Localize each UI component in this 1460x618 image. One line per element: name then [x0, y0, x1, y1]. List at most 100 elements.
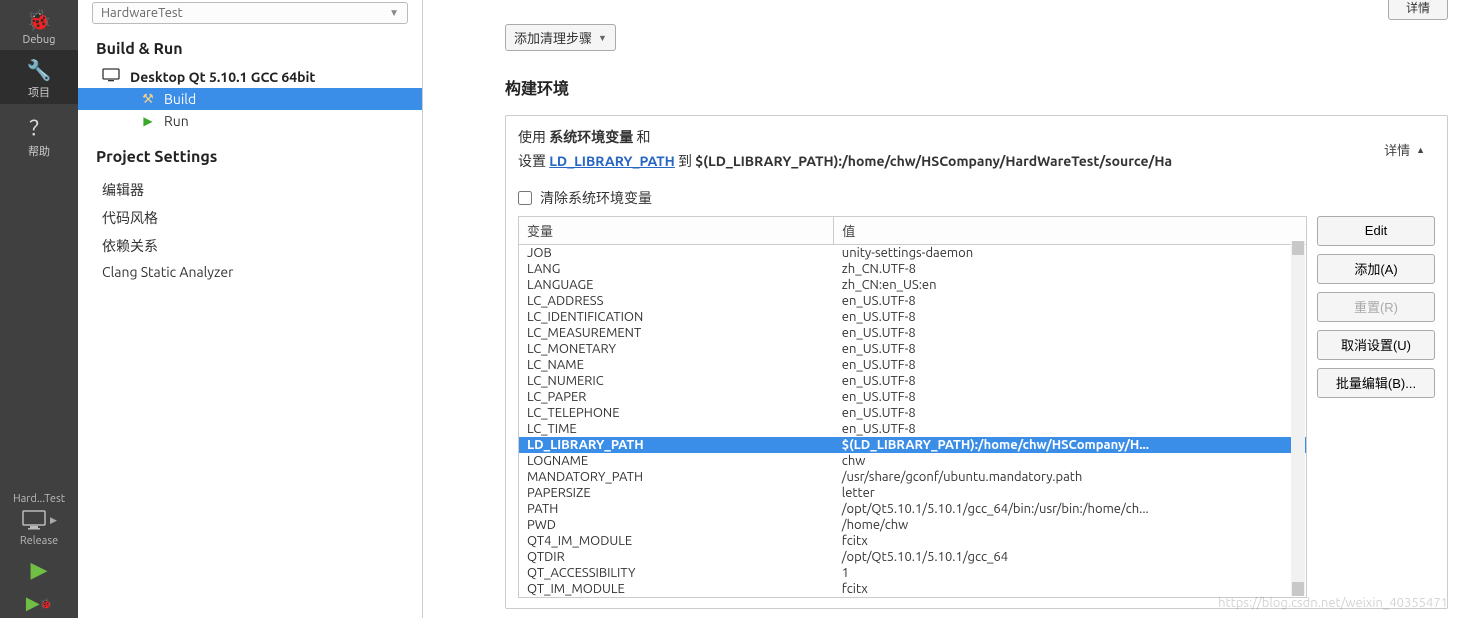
settings-codestyle[interactable]: 代码风格	[102, 204, 422, 232]
env-var-name: JOB	[519, 244, 834, 261]
table-row[interactable]: QT_ACCESSIBILITY1	[519, 565, 1306, 581]
table-row[interactable]: LC_NUMERICen_US.UTF-8	[519, 373, 1306, 389]
env-var-name: LC_ADDRESS	[519, 293, 834, 309]
build-env-heading: 构建环境	[505, 75, 1448, 99]
env-var-value: unity-settings-daemon	[834, 244, 1306, 261]
env-var-name: LANG	[519, 261, 834, 277]
run-debug-button[interactable]: ▶🐞	[0, 589, 78, 618]
env-var-value: en_US.UTF-8	[834, 389, 1306, 405]
tree-item-run[interactable]: ▶ Run	[78, 110, 422, 132]
env-button-column: Edit 添加(A) 重置(R) 取消设置(U) 批量编辑(B)...	[1317, 216, 1435, 598]
table-row[interactable]: LD_LIBRARY_PATH$(LD_LIBRARY_PATH):/home/…	[519, 437, 1306, 453]
env-var-name: LC_PAPER	[519, 389, 834, 405]
kit-row[interactable]: Desktop Qt 5.10.1 GCC 64bit	[102, 68, 422, 85]
col-value[interactable]: 值	[834, 217, 1306, 245]
env-var-value: fcitx	[834, 581, 1306, 597]
env-var-value: en_US.UTF-8	[834, 293, 1306, 309]
run-button[interactable]: ▶	[0, 551, 78, 589]
build-env-box: 使用 系统环境变量 和 设置 LD_LIBRARY_PATH 到 $(LD_LI…	[505, 115, 1448, 609]
kit-selector[interactable]: Hard...Test ▶ Release	[0, 489, 78, 551]
table-row[interactable]: LC_TELEPHONEen_US.UTF-8	[519, 405, 1306, 421]
clear-env-checkbox[interactable]	[518, 191, 532, 205]
table-row[interactable]: PAPERSIZEletter	[519, 485, 1306, 501]
table-row[interactable]: LC_MONETARYen_US.UTF-8	[519, 341, 1306, 357]
table-row[interactable]: JOBunity-settings-daemon	[519, 244, 1306, 261]
table-row[interactable]: LANGUAGEzh_CN:en_US:en	[519, 277, 1306, 293]
env-var-name: LANGUAGE	[519, 277, 834, 293]
tree-item-build[interactable]: ⚒ Build	[78, 88, 422, 110]
table-row[interactable]: MANDATORY_PATH/usr/share/gconf/ubuntu.ma…	[519, 469, 1306, 485]
add-clean-step-label: 添加清理步骤	[514, 28, 592, 47]
table-row[interactable]: QT_IM_MODULEfcitx	[519, 581, 1306, 597]
mode-projects-label: 项目	[28, 84, 50, 100]
table-row[interactable]: PWD/home/chw	[519, 517, 1306, 533]
env-var-value: en_US.UTF-8	[834, 421, 1306, 437]
table-row[interactable]: LC_NAMEen_US.UTF-8	[519, 357, 1306, 373]
scrollbar-down-icon[interactable]	[1292, 582, 1304, 596]
table-row[interactable]: QT4_IM_MODULEfcitx	[519, 533, 1306, 549]
env-var-name: QT4_IM_MODULE	[519, 533, 834, 549]
env-var-name: QT_IM_MODULE	[519, 581, 834, 597]
col-variable[interactable]: 变量	[519, 217, 834, 245]
hammer-icon: ⚒	[138, 92, 158, 107]
env-var-value: fcitx	[834, 533, 1306, 549]
chevron-down-icon: ▼	[389, 7, 399, 19]
table-row[interactable]: PATH/opt/Qt5.10.1/5.10.1/gcc_64/bin:/usr…	[519, 501, 1306, 517]
project-combo-label: HardwareTest	[101, 6, 389, 20]
env-var-value: en_US.UTF-8	[834, 341, 1306, 357]
edit-button[interactable]: Edit	[1317, 216, 1435, 246]
env-var-value: en_US.UTF-8	[834, 309, 1306, 325]
env-var-name: LC_NAME	[519, 357, 834, 373]
table-row[interactable]: LC_TIMEen_US.UTF-8	[519, 421, 1306, 437]
env-var-name: PWD	[519, 517, 834, 533]
add-button[interactable]: 添加(A)	[1317, 254, 1435, 284]
env-var-value: en_US.UTF-8	[834, 405, 1306, 421]
env-var-name: PATH	[519, 501, 834, 517]
scrollbar-up-icon[interactable]	[1292, 241, 1304, 255]
unset-button[interactable]: 取消设置(U)	[1317, 330, 1435, 360]
table-row[interactable]: LANGzh_CN.UTF-8	[519, 261, 1306, 277]
mode-debug-label: Debug	[23, 34, 56, 46]
top-details-button[interactable]: 详情	[1388, 0, 1448, 20]
env-var-value: /opt/Qt5.10.1/5.10.1/gcc_64	[834, 549, 1306, 565]
mode-help-label: 帮助	[28, 143, 50, 159]
project-combo[interactable]: HardwareTest ▼	[92, 2, 408, 24]
batch-edit-button[interactable]: 批量编辑(B)...	[1317, 368, 1435, 398]
chevron-right-icon: ▶	[50, 515, 57, 526]
wrench-icon: 🔧	[27, 58, 52, 82]
env-var-value: chw	[834, 453, 1306, 469]
mode-projects[interactable]: 🔧 项目	[0, 50, 78, 104]
env-var-name: MANDATORY_PATH	[519, 469, 834, 485]
table-row[interactable]: LC_ADDRESSen_US.UTF-8	[519, 293, 1306, 309]
env-var-name: LC_MEASUREMENT	[519, 325, 834, 341]
env-var-value: en_US.UTF-8	[834, 357, 1306, 373]
settings-editor[interactable]: 编辑器	[102, 176, 422, 204]
table-row[interactable]: LC_MEASUREMENTen_US.UTF-8	[519, 325, 1306, 341]
monitor-icon: ▶	[2, 509, 76, 531]
env-var-value: /opt/Qt5.10.1/5.10.1/gcc_64/bin:/usr/bin…	[834, 501, 1306, 517]
settings-dependencies[interactable]: 依赖关系	[102, 232, 422, 260]
add-clean-step-button[interactable]: 添加清理步骤 ▼	[505, 24, 616, 51]
table-row[interactable]: LC_PAPERen_US.UTF-8	[519, 389, 1306, 405]
project-sidebar: HardwareTest ▼ Build & Run Desktop Qt 5.…	[78, 0, 423, 618]
project-settings-heading: Project Settings	[96, 148, 404, 166]
mode-selector-bar: 🐞 Debug 🔧 项目 ？ 帮助 Hard...Test ▶ Release …	[0, 0, 78, 618]
settings-clang[interactable]: Clang Static Analyzer	[102, 260, 422, 284]
ld-library-path-link[interactable]: LD_LIBRARY_PATH	[549, 153, 675, 169]
env-var-name: LC_IDENTIFICATION	[519, 309, 834, 325]
reset-button[interactable]: 重置(R)	[1317, 292, 1435, 322]
build-run-heading: Build & Run	[96, 40, 404, 58]
env-var-value: zh_CN.UTF-8	[834, 261, 1306, 277]
env-var-value: letter	[834, 485, 1306, 501]
play-icon: ▶	[138, 114, 158, 128]
table-row[interactable]: QTDIR/opt/Qt5.10.1/5.10.1/gcc_64	[519, 549, 1306, 565]
mode-debug[interactable]: 🐞 Debug	[0, 0, 78, 50]
env-var-name: LC_TIME	[519, 421, 834, 437]
table-scrollbar[interactable]	[1291, 241, 1305, 596]
details-toggle[interactable]: 详情 ▲	[1374, 126, 1435, 174]
env-var-value: 1	[834, 565, 1306, 581]
table-row[interactable]: LC_IDENTIFICATIONen_US.UTF-8	[519, 309, 1306, 325]
table-row[interactable]: LOGNAMEchw	[519, 453, 1306, 469]
env-summary: 使用 系统环境变量 和 设置 LD_LIBRARY_PATH 到 $(LD_LI…	[518, 126, 1374, 174]
mode-help[interactable]: ？ 帮助	[0, 104, 78, 163]
